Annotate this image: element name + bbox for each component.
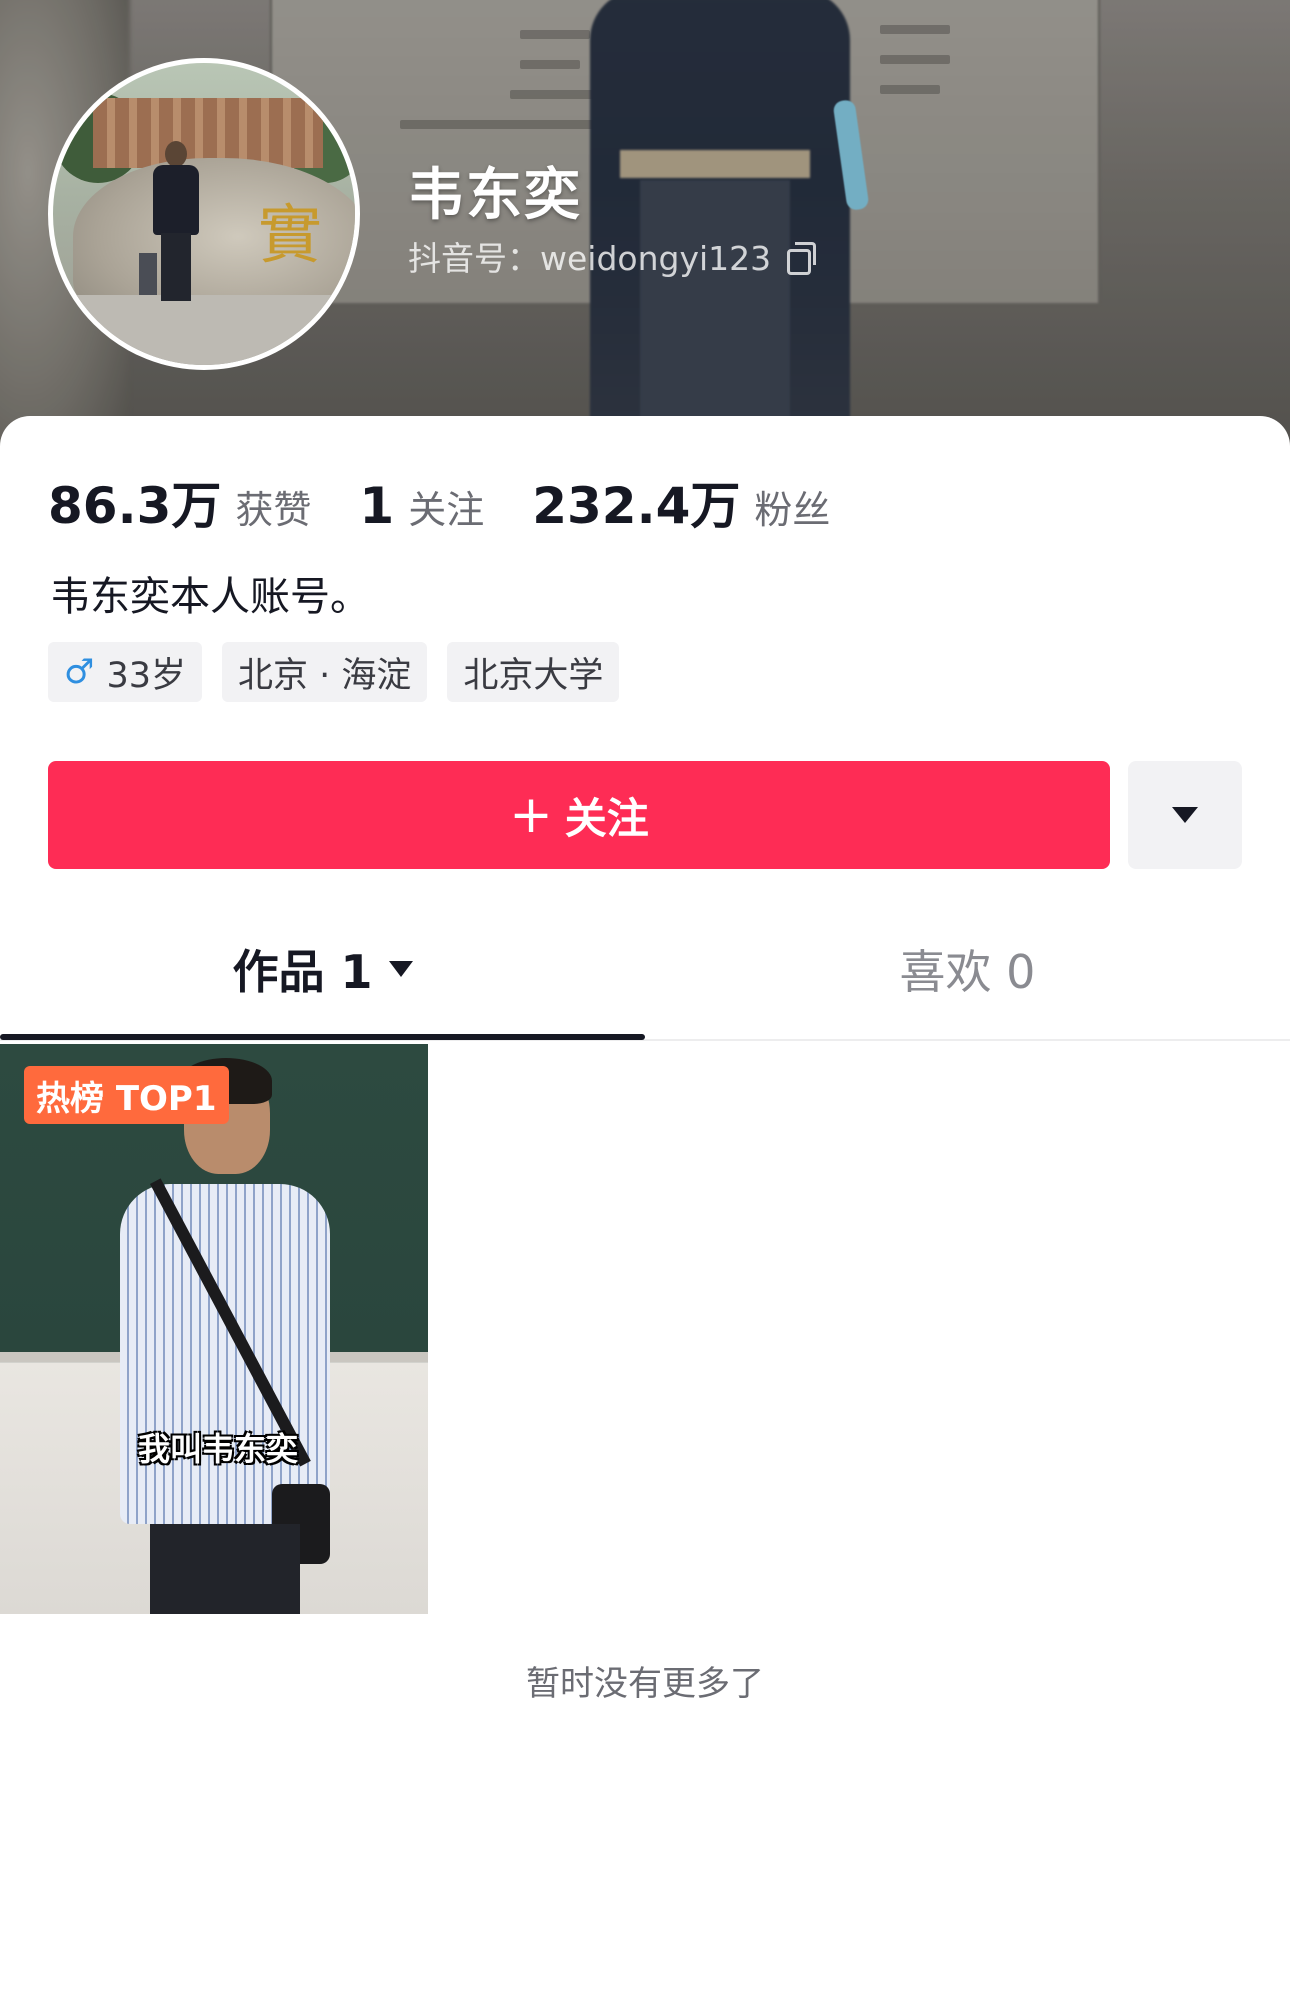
tab-works-label: 作品 1	[232, 944, 373, 999]
hot-rank-badge: 热榜 TOP1	[24, 1066, 229, 1124]
tab-likes[interactable]: 喜欢 0	[645, 906, 1290, 1031]
stone-engraving: 實	[258, 199, 322, 273]
douyin-id[interactable]: 抖音号：weidongyi123	[408, 232, 817, 280]
caret-down-icon	[1172, 807, 1198, 823]
caret-down-icon	[388, 960, 413, 977]
video-person	[120, 1184, 330, 1524]
tab-likes-label: 喜欢 0	[899, 944, 1036, 999]
video-subtitle: 我叫韦东奕	[138, 1430, 299, 1468]
follow-button-label: 关注	[564, 793, 649, 843]
stat-followers[interactable]: 232.4万 粉丝	[532, 466, 830, 538]
profile-bio: 韦东奕本人账号。	[50, 574, 370, 620]
profile-sheet: 86.3万 获赞 1 关注 232.4万 粉丝 韦东奕本人账号。 ♂ 33岁 北…	[0, 416, 1290, 1993]
douyin-id-text: 抖音号：weidongyi123	[408, 239, 772, 278]
avatar-person	[139, 141, 205, 301]
tag-school: 北京大学	[447, 642, 620, 702]
active-tab-indicator	[0, 1034, 645, 1040]
no-more-text: 暂时没有更多了	[526, 1664, 764, 1704]
stat-following[interactable]: 1 关注	[359, 477, 484, 535]
stat-value: 1	[359, 477, 395, 535]
stat-label: 粉丝	[754, 488, 831, 532]
profile-stats: 86.3万 获赞 1 关注 232.4万 粉丝	[48, 466, 878, 538]
tag-age: 33岁	[106, 655, 187, 696]
profile-nickname: 韦东奕	[408, 163, 582, 228]
content-tabs: 作品 1 喜欢 0	[0, 906, 1290, 1036]
tag-gender-age: ♂ 33岁	[48, 642, 203, 702]
stat-label: 关注	[408, 488, 485, 532]
stat-likes-received[interactable]: 86.3万 获赞	[48, 466, 311, 538]
profile-tags: ♂ 33岁 北京 · 海淀 北京大学	[48, 642, 620, 702]
follow-button[interactable]: + 关注	[48, 761, 1110, 869]
male-icon: ♂	[64, 652, 95, 692]
copy-icon[interactable]	[785, 241, 817, 275]
tag-location: 北京 · 海淀	[222, 642, 428, 702]
avatar[interactable]: 實	[48, 58, 360, 370]
plus-icon: +	[509, 785, 553, 845]
more-options-button[interactable]	[1128, 761, 1242, 869]
video-thumbnail[interactable]: 我叫韦东奕 热榜 TOP1	[0, 1044, 428, 1614]
stat-value: 86.3万	[48, 477, 222, 535]
tab-works[interactable]: 作品 1	[0, 906, 645, 1031]
stat-label: 获赞	[235, 488, 312, 532]
stat-value: 232.4万	[532, 477, 741, 535]
